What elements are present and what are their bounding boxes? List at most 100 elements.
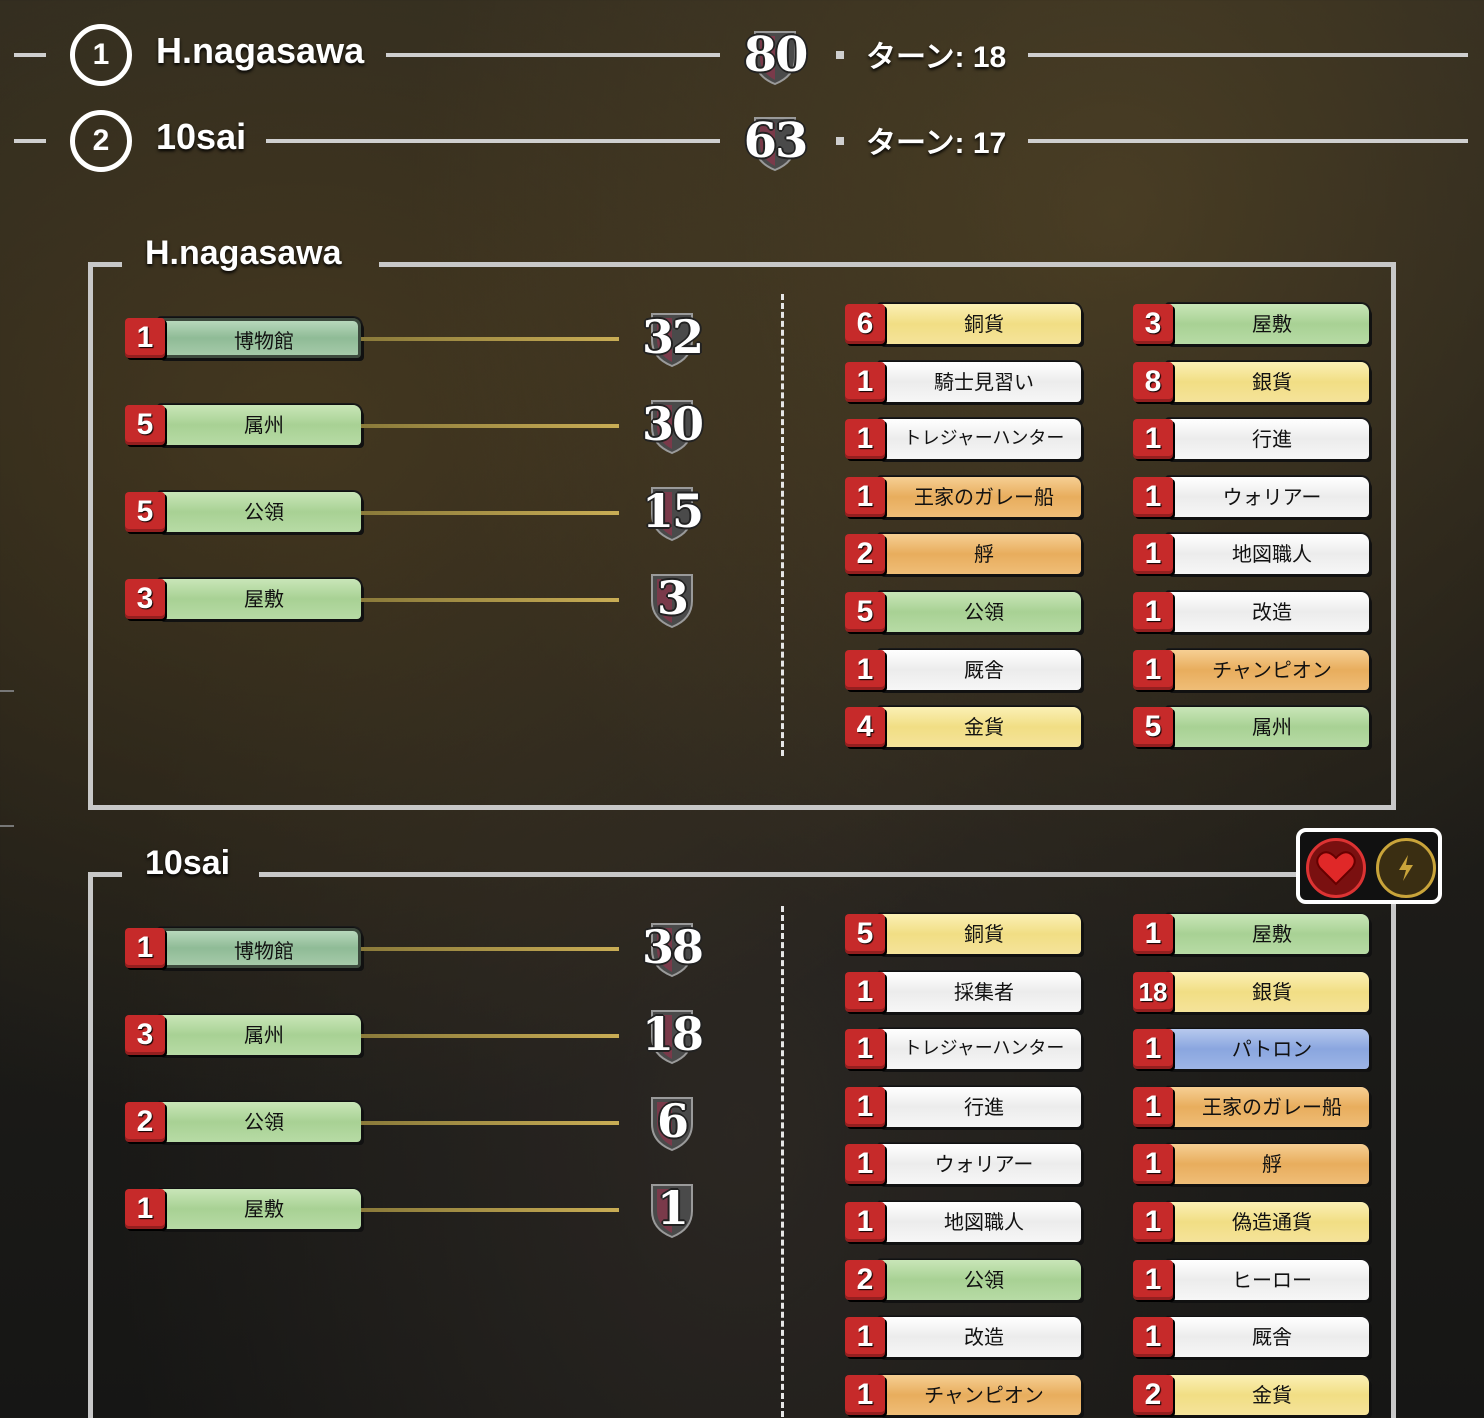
card-name-label: 改造	[879, 1317, 1081, 1358]
points-shield: 15	[639, 478, 705, 544]
card-tag[interactable]: 1 厩舎	[1133, 1315, 1369, 1359]
card-tag[interactable]: 4 金貨	[845, 705, 1081, 749]
card-tag[interactable]: 1 厩舎	[845, 648, 1081, 692]
card-count-badge: 1	[1133, 534, 1173, 575]
card-name-label: 銅貨	[879, 914, 1081, 954]
card-name-label: 銀貨	[1167, 971, 1369, 1012]
card-name-label: 偽造通貨	[1167, 1202, 1369, 1242]
card-tag[interactable]: 5 公領	[845, 590, 1081, 634]
card-count-badge: 5	[125, 405, 165, 445]
card-name-label: 銀貨	[1167, 361, 1369, 402]
card-name-label: 厩舎	[1167, 1317, 1369, 1358]
card-tag[interactable]: 3 属州	[125, 1013, 361, 1057]
card-tag[interactable]: 1 改造	[845, 1315, 1081, 1359]
score-connector-line	[361, 424, 619, 428]
card-tag[interactable]: 1 地図職人	[845, 1200, 1081, 1244]
rank-lead-line	[14, 53, 46, 57]
points-value: 1	[656, 1181, 689, 1235]
card-count-badge: 1	[125, 318, 165, 358]
card-name-label: 屋敷	[1167, 304, 1369, 344]
card-tag[interactable]: 1 騎士見習い	[845, 360, 1081, 404]
card-tag[interactable]: 1 チャンピオン	[1133, 648, 1369, 692]
card-name-label: 属州	[159, 1015, 361, 1055]
card-tag[interactable]: 1 王家のガレー船	[1133, 1085, 1369, 1129]
card-tag[interactable]: 1 博物館	[125, 926, 361, 970]
card-tag[interactable]: 1 ヒーロー	[1133, 1258, 1369, 1302]
card-tag[interactable]: 1 地図職人	[1133, 532, 1369, 576]
card-tag[interactable]: 18 銀貨	[1133, 970, 1369, 1014]
card-count-badge: 1	[845, 1317, 885, 1358]
card-tag[interactable]: 2 公領	[845, 1258, 1081, 1302]
score-connector-line	[361, 598, 619, 602]
victory-score-row: 3 属州 18	[125, 1007, 705, 1065]
panel-border	[88, 262, 122, 267]
rank-player-name[interactable]: H.nagasawa	[156, 30, 364, 72]
card-tag[interactable]: 2艀	[845, 532, 1081, 576]
card-tag[interactable]: 1 偽造通貨	[1133, 1200, 1369, 1244]
rank-tail-line	[1028, 53, 1468, 57]
card-tag[interactable]: 5 属州	[125, 403, 361, 447]
card-name-label: 改造	[1167, 592, 1369, 632]
total-score: 80	[743, 27, 809, 83]
rank-player-name[interactable]: 10sai	[156, 116, 246, 158]
score-connector-line	[361, 947, 619, 951]
card-tag[interactable]: 1 ウォリアー	[845, 1142, 1081, 1186]
card-tag[interactable]: 1 トレジャーハンター	[845, 417, 1081, 461]
card-count-badge: 1	[1133, 649, 1173, 690]
card-tag[interactable]: 1 チャンピオン	[845, 1373, 1081, 1417]
card-tag[interactable]: 3 屋敷	[125, 577, 361, 621]
victory-score-row: 3 屋敷 3	[125, 571, 705, 629]
card-name-label: ウォリアー	[879, 1144, 1081, 1185]
player-panel: H.nagasawa 1 博物館 32 5 属州 30 5 公領 15 3 屋敷 3 6 銅貨 1 騎士見習…	[88, 234, 1396, 810]
score-connector-line	[361, 1034, 619, 1038]
card-tag[interactable]: 1 改造	[1133, 590, 1369, 634]
card-count-badge: 1	[845, 1086, 885, 1127]
card-count-badge: 3	[125, 1015, 165, 1055]
card-tag[interactable]: 1 博物館	[125, 316, 361, 360]
card-tag[interactable]: 1 行進	[1133, 417, 1369, 461]
rank-dot	[836, 51, 844, 59]
card-tag[interactable]: 1 ウォリアー	[1133, 475, 1369, 519]
card-name-label: 艀	[1167, 1144, 1369, 1185]
card-tag[interactable]: 1 トレジャーハンター	[845, 1027, 1081, 1071]
card-name-label: 騎士見習い	[879, 361, 1081, 402]
card-tag[interactable]: 1 採集者	[845, 970, 1081, 1014]
card-name-label: チャンピオン	[879, 1374, 1081, 1415]
card-name-label: 艀	[879, 534, 1081, 575]
heart-icon[interactable]	[1306, 838, 1366, 898]
card-name-label: 厩舎	[879, 649, 1081, 690]
panel-border	[259, 872, 1309, 877]
card-tag[interactable]: 3 屋敷	[1133, 302, 1369, 346]
card-tag[interactable]: 2 公領	[125, 1100, 361, 1144]
card-tag[interactable]: 1 王家のガレー船	[845, 475, 1081, 519]
card-tag[interactable]: 2 金貨	[1133, 1373, 1369, 1417]
card-tag[interactable]: 5 銅貨	[845, 912, 1081, 956]
card-count-badge: 1	[1133, 1029, 1173, 1070]
panel-divider	[781, 294, 784, 756]
card-name-label: 博物館	[159, 318, 361, 358]
bolt-icon[interactable]	[1376, 838, 1436, 898]
card-tag[interactable]: 6 銅貨	[845, 302, 1081, 346]
card-count-badge: 8	[1133, 361, 1173, 402]
ranking-row: 1 H.nagasawa 80 ターン: 18	[0, 14, 1484, 94]
card-count-badge: 1	[1133, 1144, 1173, 1185]
card-tag[interactable]: 1 パトロン	[1133, 1027, 1369, 1071]
card-tag[interactable]: 5 属州	[1133, 705, 1369, 749]
card-tag[interactable]: 8 銀貨	[1133, 360, 1369, 404]
card-name-label: パトロン	[1167, 1029, 1369, 1070]
card-tag[interactable]: 5 公領	[125, 490, 361, 534]
card-count-badge: 2	[1133, 1374, 1173, 1415]
victory-score-row: 1 屋敷 1	[125, 1181, 705, 1239]
rank-line	[386, 53, 720, 57]
card-tag[interactable]: 1 行進	[845, 1085, 1081, 1129]
rank-dot	[836, 137, 844, 145]
card-count-badge: 1	[1133, 1317, 1173, 1358]
points-shield: 6	[639, 1088, 705, 1154]
score-connector-line	[361, 1208, 619, 1212]
card-tag[interactable]: 1 屋敷	[1133, 912, 1369, 956]
card-tag[interactable]: 1 屋敷	[125, 1187, 361, 1231]
points-value: 38	[641, 920, 704, 974]
card-tag[interactable]: 1艀	[1133, 1142, 1369, 1186]
card-count-badge: 1	[845, 1374, 885, 1415]
points-shield: 32	[639, 304, 705, 370]
